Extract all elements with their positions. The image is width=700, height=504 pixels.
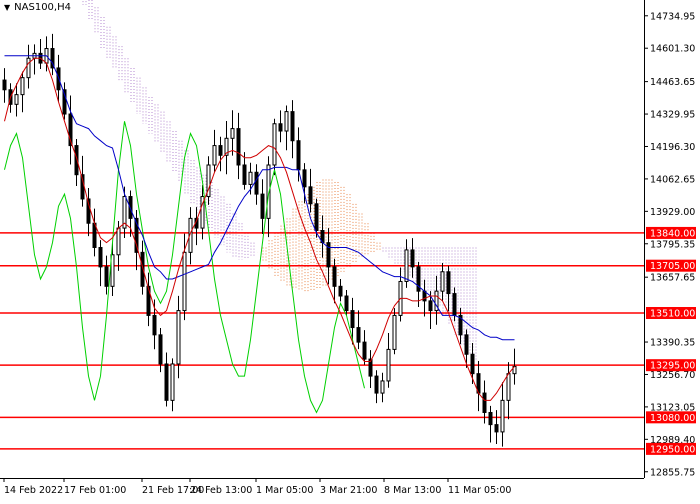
level-price-label: 12950.00 <box>650 444 695 455</box>
candle-body <box>26 57 31 79</box>
dropdown-triangle-icon[interactable]: ▼ <box>4 3 10 12</box>
level-price-label: 13705.00 <box>650 261 695 272</box>
candle-body <box>176 310 181 365</box>
candle-body <box>314 203 319 232</box>
candle-body <box>362 341 367 360</box>
candle-body <box>20 77 25 96</box>
candle-body <box>386 348 391 382</box>
candle-body <box>488 411 493 426</box>
candle-body <box>392 314 397 350</box>
candle-body <box>506 373 511 401</box>
price-tick-label: 13795.35 <box>650 239 695 250</box>
price-chart[interactable]: 14734.95 14601.30 14463.65 14329.95 14196.30… <box>0 0 700 500</box>
candle-body <box>290 111 295 142</box>
candle-body <box>332 266 337 287</box>
candle-body <box>236 128 241 166</box>
candle-body <box>2 79 7 91</box>
candle-body <box>278 123 283 132</box>
candlesticks <box>2 33 517 447</box>
candle-body <box>254 171 259 195</box>
candle-body <box>272 123 277 166</box>
support-resistance-levels <box>0 232 644 450</box>
price-tick-label: 14196.30 <box>650 142 695 153</box>
price-tick-label: 13657.65 <box>650 273 695 284</box>
candle-body <box>182 251 187 312</box>
candle-body <box>104 266 109 287</box>
candle-body <box>338 285 343 297</box>
candle-body <box>482 392 487 413</box>
tenkan-sen-line <box>4 57 515 401</box>
candle-body <box>296 140 301 171</box>
price-tick-label: 14601.30 <box>650 44 695 55</box>
level-price-label: 13510.00 <box>650 309 695 320</box>
time-tick-label: 1 Mar 05:00 <box>256 485 313 496</box>
candle-body <box>212 145 217 166</box>
candle-body <box>284 111 289 132</box>
time-tick-label: 3 Mar 21:00 <box>320 485 377 496</box>
candle-body <box>356 327 361 343</box>
candle-body <box>116 227 121 256</box>
time-tick-label: 8 Mar 13:00 <box>384 485 441 496</box>
candle-body <box>410 249 415 268</box>
time-tick-label: 17 Feb 01:00 <box>64 485 126 496</box>
level-price-label: 13295.00 <box>650 361 695 372</box>
candle-body <box>308 186 313 205</box>
price-tick-label: 14062.65 <box>650 174 695 185</box>
level-price-label: 13840.00 <box>650 228 695 239</box>
price-tick-label: 13390.35 <box>650 338 695 349</box>
candle-body <box>380 380 385 394</box>
price-tick-label: 14329.95 <box>650 110 695 121</box>
symbol-title[interactable]: ▼ NAS100,H4 <box>4 2 74 13</box>
candle-body <box>98 246 103 268</box>
candle-body <box>350 310 355 329</box>
time-tick-label: 14 Feb 2022 <box>4 485 63 496</box>
symbol-label: NAS100,H4 <box>14 2 71 13</box>
time-axis: 14 Feb 2022 17 Feb 01:00 21 Feb 17:0024 Fe… <box>3 478 511 496</box>
level-price-label: 13080.00 <box>650 413 695 424</box>
candle-body <box>344 295 349 312</box>
price-tick-label: 13929.00 <box>650 207 695 218</box>
price-tick-label: 12855.75 <box>650 467 695 478</box>
price-axis: 14734.95 14601.30 14463.65 14329.95 14196.30… <box>0 0 696 479</box>
candle-body <box>374 375 379 394</box>
candle-body <box>170 363 175 401</box>
candle-body <box>470 353 475 375</box>
candle-body <box>446 271 451 295</box>
candle-body <box>302 169 307 188</box>
candle-body <box>500 399 505 433</box>
time-tick-label: 24 Feb 13:00 <box>190 485 252 496</box>
candle-body <box>440 271 445 292</box>
candle-body <box>242 164 247 185</box>
candle-body <box>230 128 235 139</box>
candle-body <box>404 249 409 282</box>
candle-body <box>464 334 469 355</box>
candle-body <box>428 300 433 312</box>
ichimoku-cloud <box>82 0 477 362</box>
indicator-lines <box>4 55 515 414</box>
candle-body <box>158 334 163 365</box>
candle-body <box>494 424 499 433</box>
candle-body <box>452 293 457 316</box>
chart-root[interactable]: 14734.95 14601.30 14463.65 14329.95 14196.30… <box>0 0 700 500</box>
time-tick-label: 11 Mar 05:00 <box>448 485 511 496</box>
candle-body <box>218 145 223 156</box>
price-tick-label: 14463.65 <box>650 77 695 88</box>
candle-body <box>260 193 265 219</box>
candle-body <box>152 314 157 336</box>
candle-body <box>164 363 169 401</box>
price-tick-label: 14734.95 <box>650 11 695 22</box>
candle-body <box>248 171 253 185</box>
candle-body <box>14 94 19 105</box>
